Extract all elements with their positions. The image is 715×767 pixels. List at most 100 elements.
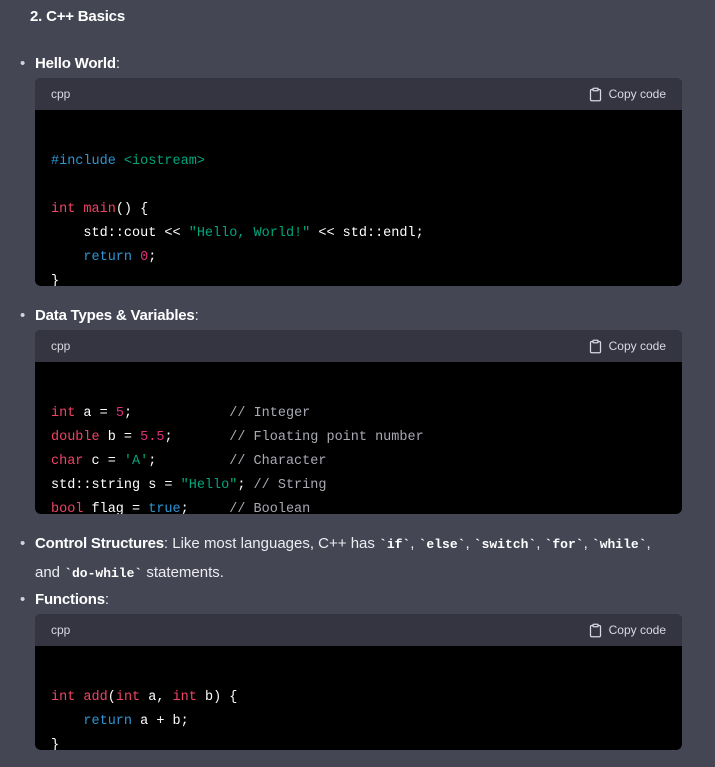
inline-code-do-while: `do-while` xyxy=(64,566,143,581)
separator: , xyxy=(646,535,651,552)
copy-code-label: Copy code xyxy=(608,339,666,353)
code-token: ; xyxy=(148,250,157,265)
copy-code-label: Copy code xyxy=(608,87,666,101)
bullet-data-types: • Data Types & Variables: xyxy=(20,302,695,330)
code-block-data-types: cpp Copy code int a = 5; // Integer doubl… xyxy=(35,330,682,514)
code-token: // Character xyxy=(229,454,327,469)
bullet-control-structures: • Control Structures: Like most language… xyxy=(20,530,695,588)
hello-world-colon: : xyxy=(115,55,121,72)
code-body: int add(int a, int b) { return a + b;} xyxy=(35,646,682,750)
code-block-header: cpp Copy code xyxy=(35,78,682,110)
code-token: std::string s = xyxy=(51,478,181,493)
code-token: 5.5 xyxy=(140,430,165,445)
inline-code-if: `if` xyxy=(379,537,411,552)
bullet-dot: • xyxy=(20,591,26,608)
code-token: // Boolean xyxy=(229,502,311,514)
inline-code-for: `for` xyxy=(544,537,584,552)
control-structures-text: Control Structures: Like most languages,… xyxy=(35,530,695,588)
code-token: return xyxy=(83,250,133,265)
code-token: b = xyxy=(99,430,141,445)
code-token: int xyxy=(51,690,76,705)
code-token: b) { xyxy=(196,690,238,705)
code-line: return 0; xyxy=(51,246,666,270)
code-line: double b = 5.5; // Floating point number xyxy=(51,426,666,450)
code-line: int main() { xyxy=(51,198,666,222)
separator: , xyxy=(465,535,474,552)
code-token: a, xyxy=(140,690,173,705)
code-token: "Hello" xyxy=(180,478,238,493)
bullet-dot: • xyxy=(20,307,26,324)
clipboard-icon xyxy=(589,87,601,101)
code-token: () { xyxy=(115,202,149,217)
code-token: ; xyxy=(180,502,230,514)
separator: , xyxy=(410,535,419,552)
code-token: 'A' xyxy=(123,454,149,469)
functions-title: Functions xyxy=(35,591,105,608)
code-token: double xyxy=(51,430,100,445)
code-token: ; xyxy=(123,406,230,421)
copy-code-button[interactable]: Copy code xyxy=(588,623,666,638)
code-token: c = xyxy=(83,454,124,469)
code-block-header: cpp Copy code xyxy=(35,330,682,362)
code-block-header: cpp Copy code xyxy=(35,614,682,646)
data-types-title: Data Types & Variables xyxy=(35,307,195,324)
code-token: bool xyxy=(51,502,84,514)
inline-code-switch: `switch` xyxy=(473,537,537,552)
code-token: // Integer xyxy=(229,406,311,421)
data-types-colon: : xyxy=(194,307,199,324)
code-token: } xyxy=(51,274,60,286)
code-language-label: cpp xyxy=(51,339,71,353)
code-token: return xyxy=(83,714,133,729)
control-structures-intro: : Like most languages, C++ has xyxy=(163,535,380,552)
code-block-functions: cpp Copy code int add(int a, int b) { re… xyxy=(35,614,682,750)
code-line: std::string s = "Hello"; // String xyxy=(51,474,666,498)
code-line: bool flag = true; // Boolean xyxy=(51,498,666,514)
code-token: // Floating point number xyxy=(229,430,424,445)
functions-colon: : xyxy=(104,591,110,608)
code-token: 5 xyxy=(115,406,124,421)
code-line: int add(int a, int b) { xyxy=(51,686,666,710)
code-line: char c = 'A'; // Character xyxy=(51,450,666,474)
bullet-dot: • xyxy=(20,535,26,552)
copy-code-label: Copy code xyxy=(608,623,666,637)
section-heading: 2. C++ Basics xyxy=(30,8,125,25)
code-token: <iostream> xyxy=(123,154,205,169)
copy-code-button[interactable]: Copy code xyxy=(588,339,666,354)
code-token: << std::endl; xyxy=(310,226,424,241)
separator: , xyxy=(583,535,592,552)
inline-code-else: `else` xyxy=(418,537,466,552)
code-token: // String xyxy=(253,478,327,493)
code-line: } xyxy=(51,734,666,750)
code-line: #include <iostream> xyxy=(51,150,666,174)
control-structures-title: Control Structures xyxy=(35,535,164,552)
clipboard-icon xyxy=(589,339,601,353)
hello-world-title: Hello World xyxy=(35,55,116,72)
code-token: ; xyxy=(148,454,230,469)
code-token: } xyxy=(51,738,60,750)
bullet-hello-world: • Hello World: xyxy=(20,50,695,78)
code-token: "Hello, World!" xyxy=(188,226,311,241)
code-token: int xyxy=(115,690,141,705)
code-token: int xyxy=(51,202,76,217)
separator: , xyxy=(536,535,545,552)
code-token: std::cout << xyxy=(51,226,189,241)
code-token: flag = xyxy=(83,502,149,514)
bullet-dot: • xyxy=(20,55,26,72)
clipboard-icon xyxy=(589,623,601,637)
code-line: return a + b; xyxy=(51,710,666,734)
code-token: ( xyxy=(107,690,116,705)
code-block-hello-world: cpp Copy code #include <iostream> int mai… xyxy=(35,78,682,286)
code-token: int xyxy=(51,406,76,421)
control-structures-and: and xyxy=(35,564,65,581)
code-token: a + b; xyxy=(132,714,189,729)
code-body: int a = 5; // Integer double b = 5.5; // … xyxy=(35,362,682,514)
code-token: ; xyxy=(164,430,230,445)
code-line: int a = 5; // Integer xyxy=(51,402,666,426)
copy-code-button[interactable]: Copy code xyxy=(588,87,666,102)
